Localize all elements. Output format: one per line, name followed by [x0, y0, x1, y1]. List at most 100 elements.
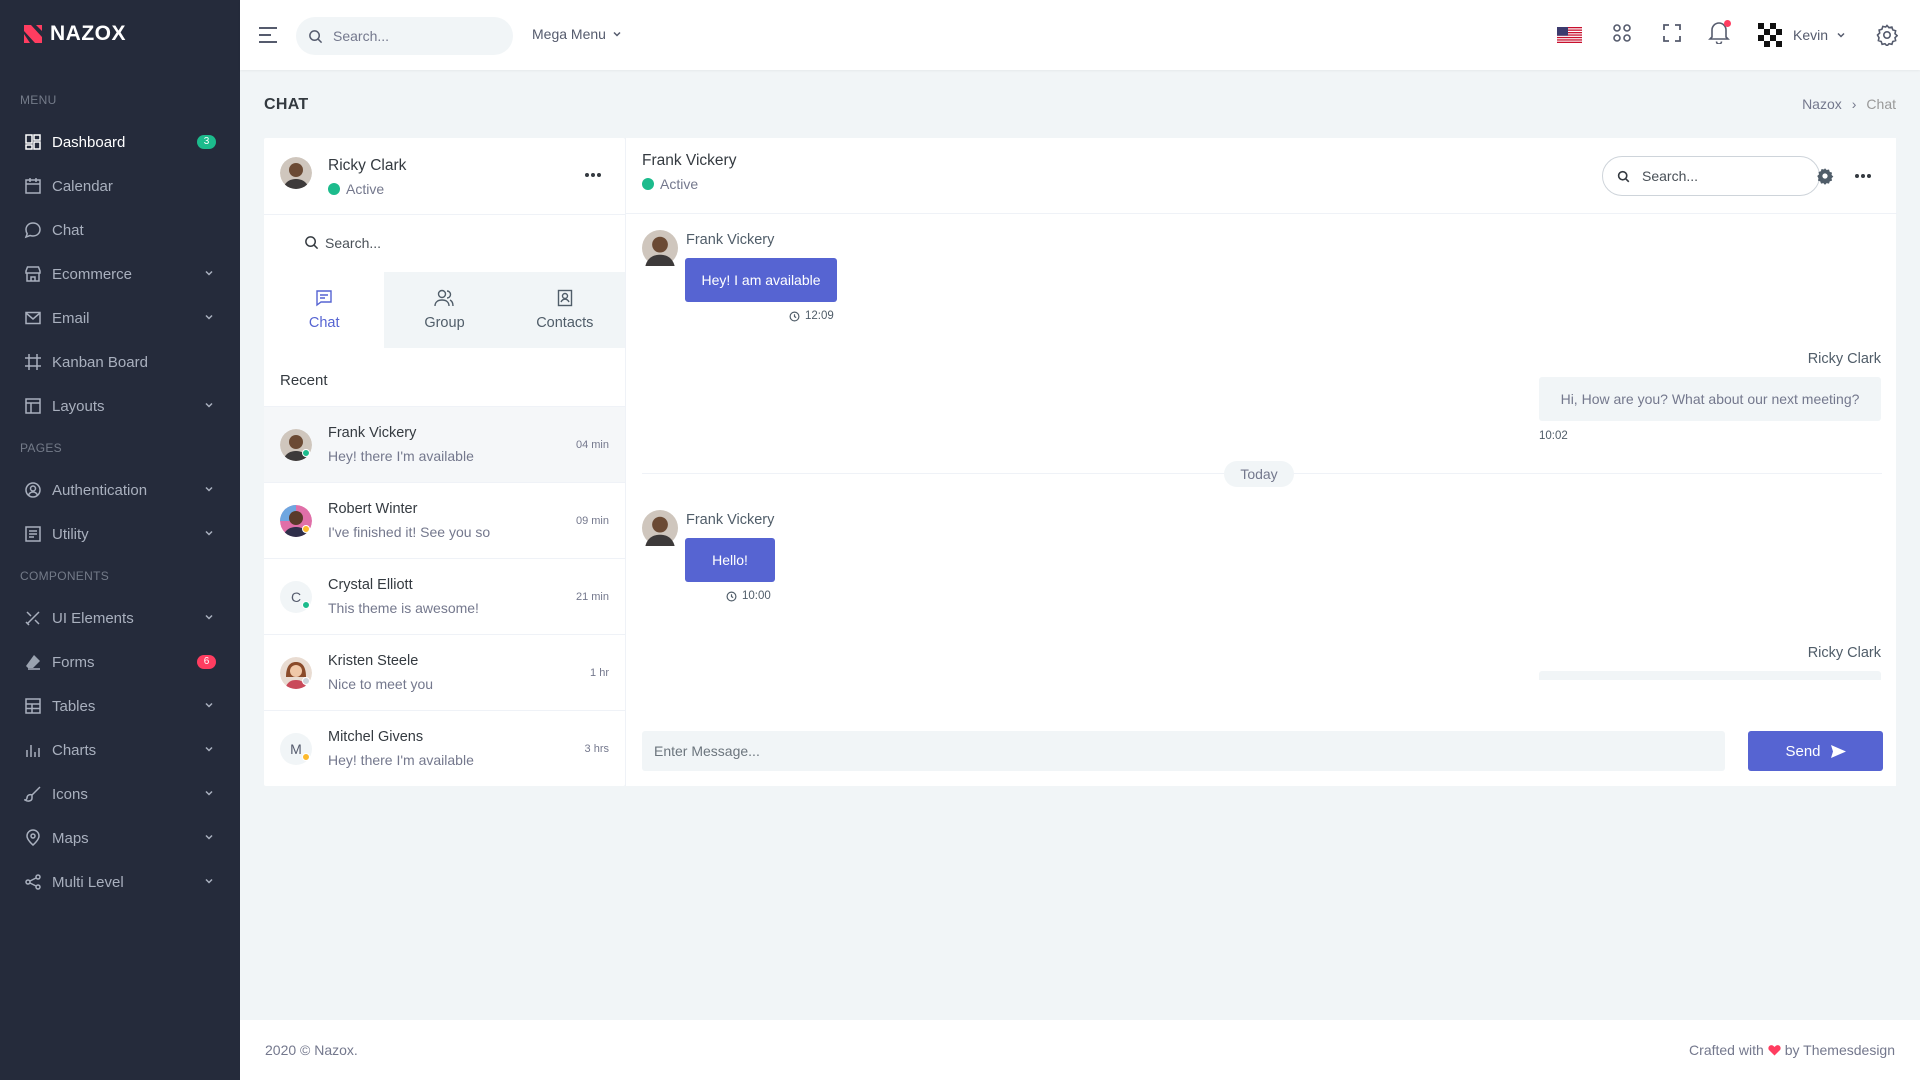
contact-last-message: This theme is awesome!: [328, 600, 479, 616]
topbar-search-input[interactable]: [333, 28, 483, 44]
sidebar-item-forms[interactable]: Forms 6: [0, 640, 240, 684]
mega-menu-dropdown[interactable]: Mega Menu: [532, 26, 622, 42]
contact-time: 04 min: [575, 439, 609, 451]
sidebar-item-multi-level[interactable]: Multi Level: [0, 860, 240, 904]
brush-icon: [24, 786, 41, 802]
conversation-header: Frank Vickery Active: [626, 138, 1897, 214]
sidebar-item-authentication[interactable]: Authentication: [0, 468, 240, 512]
chevron-down-icon: [205, 270, 213, 276]
settings-icon[interactable]: [1816, 167, 1834, 185]
conversation-contact-status: Active: [642, 176, 736, 192]
sidebar-item-label: Tables: [52, 697, 96, 715]
recent-label: Recent: [280, 372, 328, 389]
contact-time: 1 hr: [590, 667, 609, 679]
sidebar-item-label: Charts: [52, 741, 97, 759]
sidebar-item-charts[interactable]: Charts: [0, 728, 240, 772]
us-flag-icon[interactable]: [1557, 27, 1582, 43]
tab-chat[interactable]: Chat: [264, 272, 385, 348]
mega-menu-label: Mega Menu: [532, 26, 606, 42]
list-item[interactable]: M Mitchel Givens Hey! there I'm availabl…: [264, 710, 625, 786]
current-user-status: Active: [328, 181, 406, 197]
brand-logo[interactable]: NAZOX: [24, 22, 126, 46]
apps-grid-icon[interactable]: [1612, 23, 1632, 43]
avatar: [1755, 20, 1785, 50]
sidebar-item-label: Kanban Board: [52, 353, 148, 371]
conversation-search-input[interactable]: [1642, 168, 1792, 184]
contacts-search-input[interactable]: [325, 234, 585, 251]
settings-gear-icon[interactable]: [1876, 24, 1898, 46]
status-text: Active: [346, 181, 385, 197]
sidebar-item-ui-elements[interactable]: UI Elements: [0, 596, 240, 640]
sidebar-item-ecommerce[interactable]: Ecommerce: [0, 252, 240, 296]
section-title-pages: PAGES: [20, 441, 62, 455]
dashboard-icon: [25, 134, 41, 150]
sidebar-item-utility[interactable]: Utility: [0, 512, 240, 556]
fullscreen-icon[interactable]: [1662, 23, 1682, 43]
avatar: [642, 510, 678, 546]
sidebar-item-label: Calendar: [52, 177, 113, 195]
user-name: Kevin: [1793, 27, 1829, 43]
heart-icon: [1768, 1045, 1781, 1056]
message-time: 10:02: [1539, 430, 1568, 442]
kanban-icon: [25, 354, 41, 370]
list-item[interactable]: Frank Vickery Hey! there I'm available 0…: [264, 406, 625, 482]
contact-name: Frank Vickery: [328, 425, 417, 441]
sidebar-item-icons[interactable]: Icons: [0, 772, 240, 816]
contact-name: Crystal Elliott: [328, 577, 413, 593]
eraser-icon: [26, 655, 40, 670]
sidebar-item-maps[interactable]: Maps: [0, 816, 240, 860]
away-status-dot: [302, 753, 310, 761]
online-status-dot: [302, 449, 310, 457]
footer-copyright: 2020 © Nazox.: [265, 1042, 358, 1058]
message-input[interactable]: [654, 743, 1704, 759]
chevron-down-icon: [205, 746, 213, 752]
date-divider: Today: [1224, 461, 1294, 487]
tab-label: Group: [424, 315, 465, 331]
conversation-card: Frank Vickery Active Frank Vickery Hey! …: [625, 138, 1897, 786]
sidebar-item-label: UI Elements: [52, 609, 134, 627]
menu-toggle-icon[interactable]: [258, 26, 278, 44]
footer-credit-prefix: Crafted with: [1689, 1042, 1764, 1058]
list-item[interactable]: Robert Winter I've finished it! See you …: [264, 482, 625, 558]
conversation-search: [1602, 156, 1820, 196]
breadcrumb-current: Chat: [1866, 96, 1896, 112]
sidebar-item-chat[interactable]: Chat: [0, 208, 240, 252]
message-sender: Frank Vickery: [686, 232, 775, 248]
contact-last-message: Hey! there I'm available: [328, 752, 474, 768]
contact-name: Robert Winter: [328, 501, 418, 517]
chevron-down-icon: [613, 31, 621, 37]
table-icon: [25, 698, 41, 714]
dashboard-badge: 3: [197, 135, 216, 149]
list-item[interactable]: Kristen Steele Nice to meet you 1 hr: [264, 634, 625, 710]
tab-group[interactable]: Group: [384, 272, 504, 348]
message-sender: Ricky Clark: [1807, 351, 1881, 367]
contacts-icon: [557, 289, 573, 307]
footer-credit-suffix: by Themesdesign: [1784, 1042, 1895, 1058]
list-item[interactable]: C Crystal Elliott This theme is awesome!…: [264, 558, 625, 634]
chevron-down-icon: [205, 878, 213, 884]
sidebar-item-tables[interactable]: Tables: [0, 684, 240, 728]
map-pin-icon: [26, 829, 40, 846]
sidebar-item-label: Multi Level: [52, 873, 124, 891]
tab-contacts[interactable]: Contacts: [505, 272, 625, 348]
conversation-contact-name: Frank Vickery: [642, 152, 737, 169]
sidebar-item-calendar[interactable]: Calendar: [0, 164, 240, 208]
more-horizontal-icon[interactable]: [584, 172, 602, 178]
tab-label: Chat: [308, 315, 340, 331]
sidebar-item-label: Chat: [52, 221, 84, 239]
group-icon: [434, 289, 455, 307]
sidebar-item-email[interactable]: Email: [0, 296, 240, 340]
sidebar-item-dashboard[interactable]: Dashboard 3: [0, 120, 240, 164]
footer-credit: Crafted with by Themesdesign: [1689, 1042, 1895, 1058]
user-dropdown[interactable]: Kevin: [1755, 20, 1846, 50]
message-time-text: 12:09: [805, 310, 834, 322]
chevron-down-icon: [1837, 32, 1845, 38]
send-button[interactable]: Send: [1748, 731, 1883, 771]
calendar-icon: [25, 178, 41, 194]
sidebar-item-kanban-board[interactable]: Kanban Board: [0, 340, 240, 384]
more-horizontal-icon[interactable]: [1854, 173, 1872, 179]
sidebar-item-layouts[interactable]: Layouts: [0, 384, 240, 428]
breadcrumb-root[interactable]: Nazox: [1802, 96, 1842, 112]
notifications-button[interactable]: [1708, 20, 1732, 46]
brand-name: NAZOX: [50, 22, 126, 45]
